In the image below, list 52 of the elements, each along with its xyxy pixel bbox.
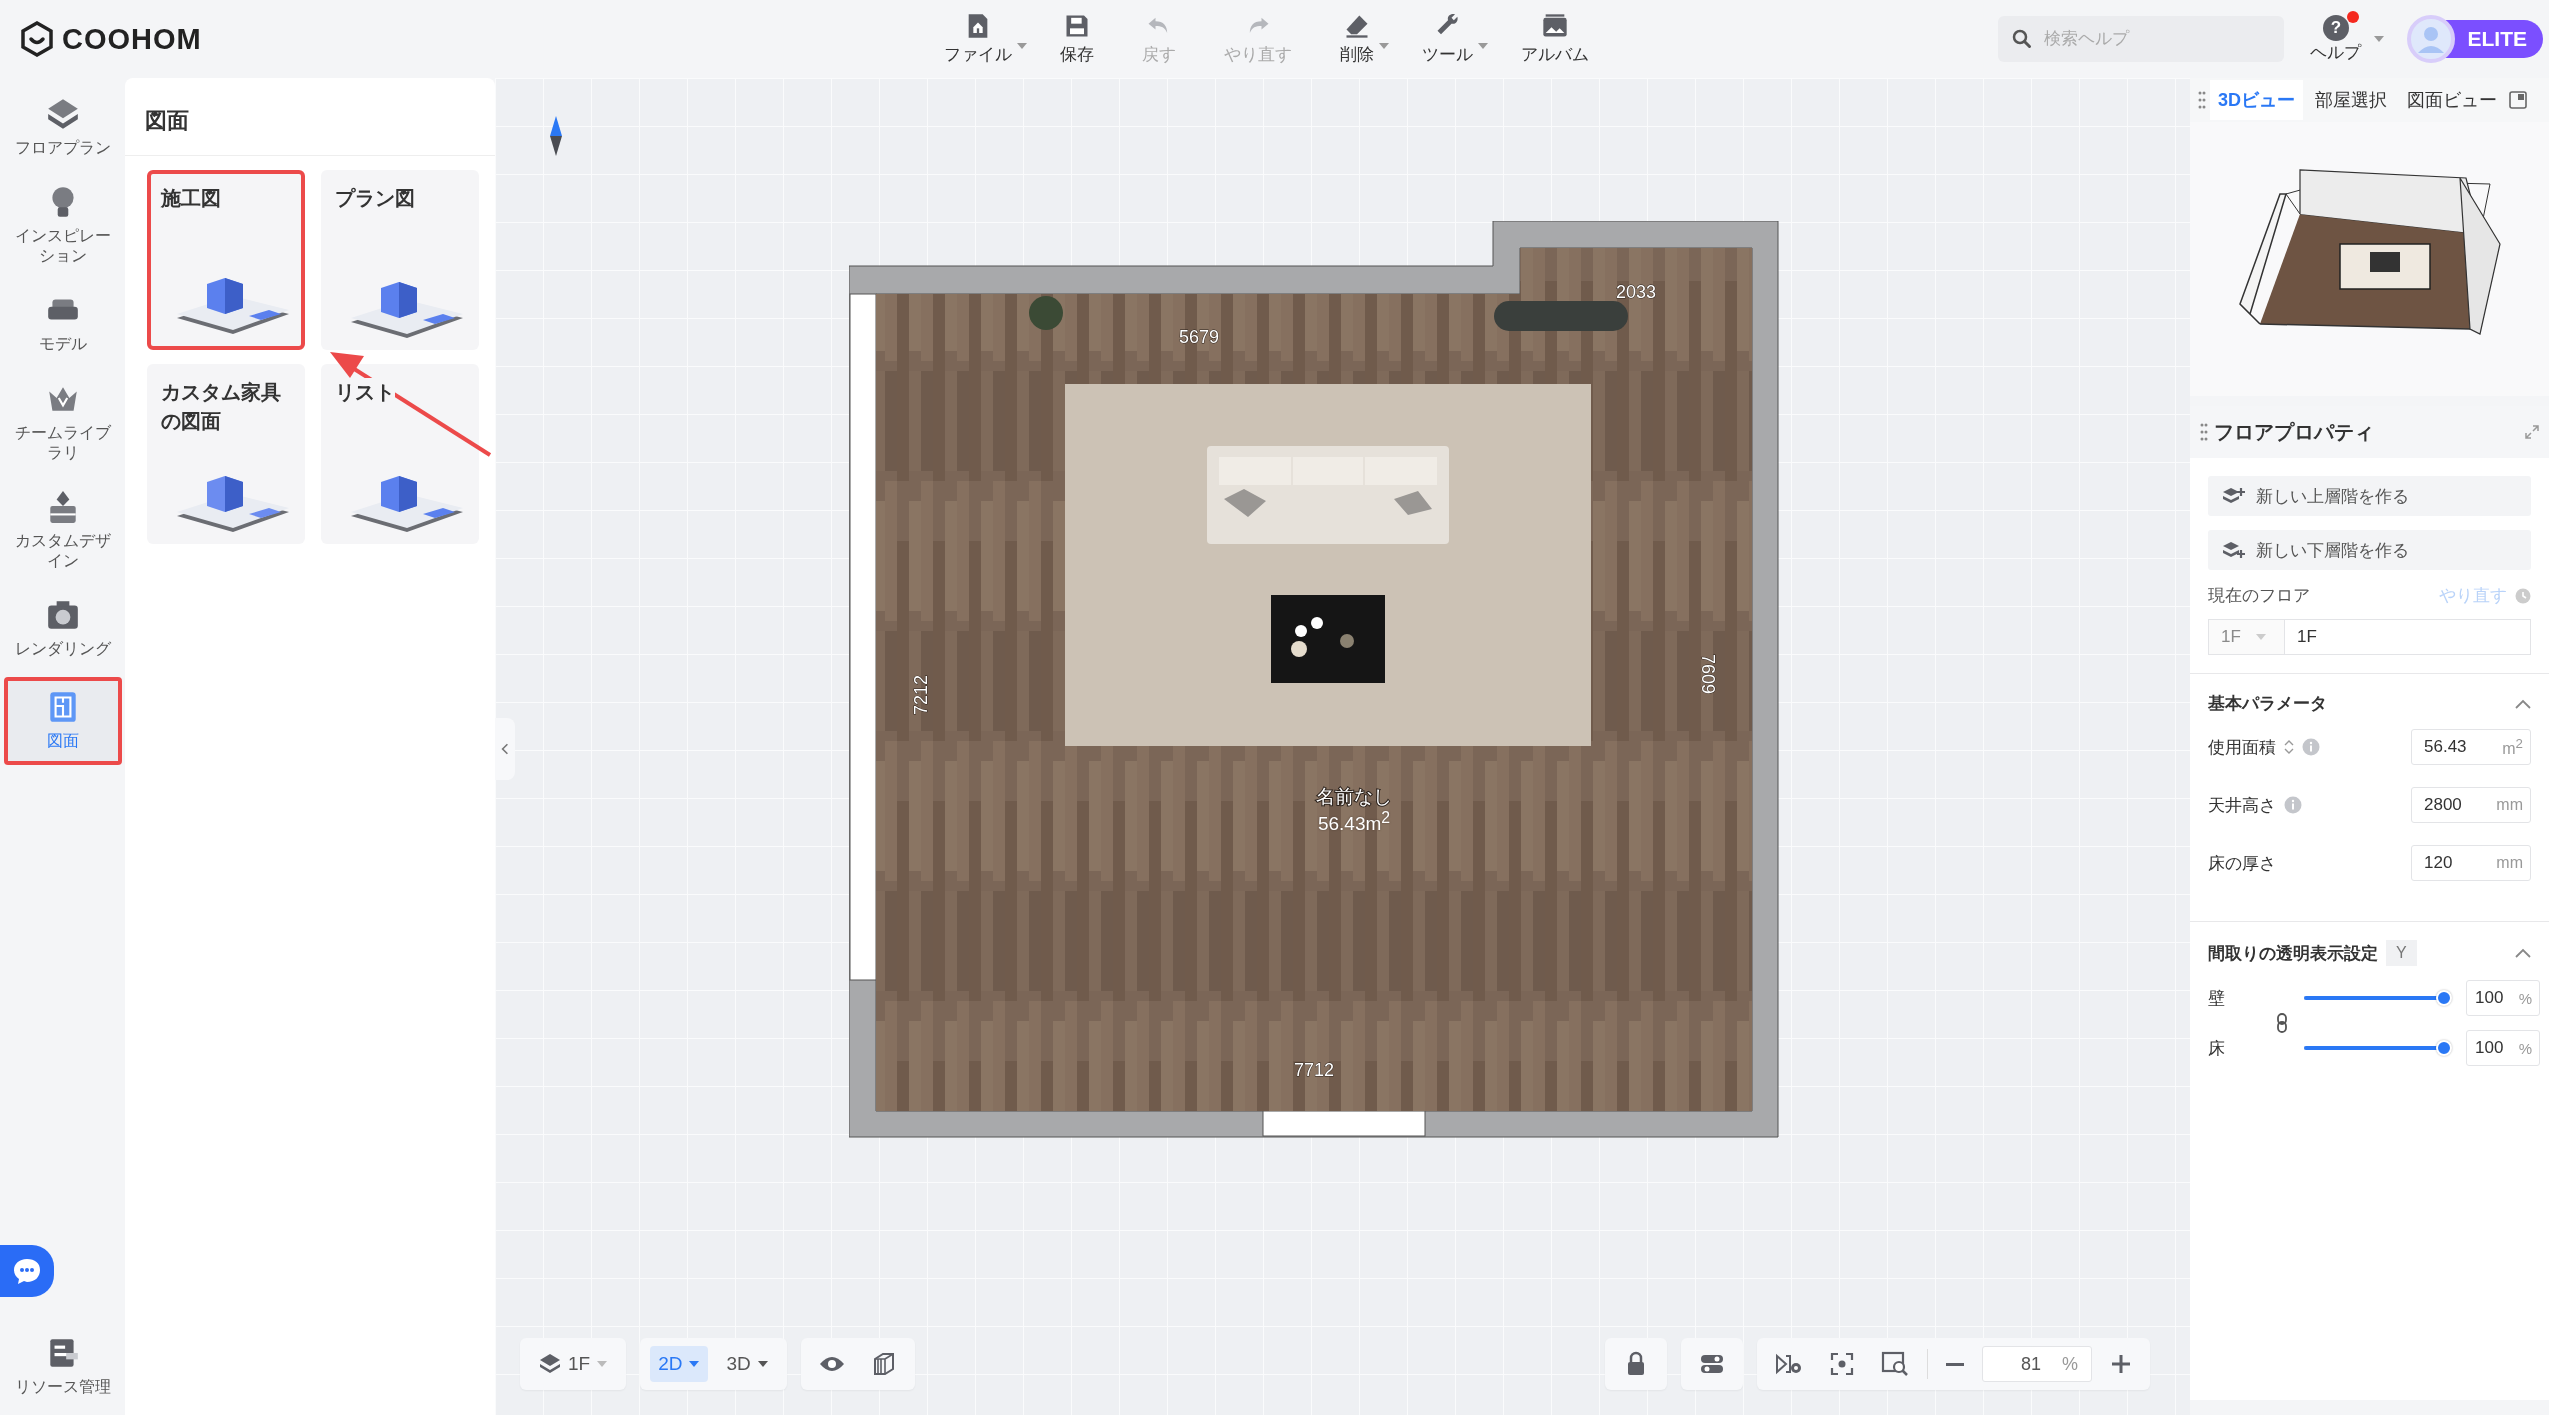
drawing-type-card[interactable]: リスト bbox=[321, 364, 479, 544]
dimension-label: 5679 bbox=[1179, 327, 1219, 347]
room-area: 56.43m$^{2}$ bbox=[1317, 809, 1391, 836]
sidebar-item[interactable]: レンダリング bbox=[3, 589, 122, 670]
slider-label: 床 bbox=[2208, 1037, 2226, 1060]
toolbar-button[interactable]: ファイル bbox=[938, 12, 1028, 66]
sidebar-item[interactable]: チームライブラリ bbox=[3, 372, 122, 473]
room-name: 名前なし bbox=[1316, 786, 1392, 807]
dimension-label: 2033 bbox=[1616, 282, 1656, 302]
toolbar-button[interactable]: ツール bbox=[1416, 12, 1489, 66]
view-mode-tab[interactable]: 3D bbox=[718, 1346, 777, 1382]
field-label: 使用面積 bbox=[2208, 736, 2276, 759]
field-label: 天井高さ bbox=[2208, 794, 2276, 817]
unit-label: % bbox=[2518, 1039, 2532, 1057]
section-title: 基本パラメータ bbox=[2208, 693, 2327, 715]
dimension-label: 7712 bbox=[1294, 1060, 1334, 1080]
field-label: 現在のフロア bbox=[2208, 585, 2310, 607]
dimension-label: 7609 bbox=[1698, 654, 1718, 694]
toolbar-button[interactable]: 削除 bbox=[1334, 12, 1390, 66]
drawing-type-card[interactable]: 施工図 bbox=[147, 170, 305, 350]
toolbar-button[interactable]: アルバム bbox=[1515, 12, 1605, 66]
view-tab[interactable]: 図面ビュー bbox=[2399, 80, 2505, 120]
search-field[interactable]: 検索ヘルプ bbox=[1998, 16, 2285, 62]
drawing-type-card[interactable]: カスタム家具の図面 bbox=[147, 364, 305, 544]
slider-label: 壁 bbox=[2208, 987, 2226, 1010]
floor-name-field[interactable]: 1F bbox=[2285, 619, 2531, 655]
section-title: 間取りの透明表示設定 bbox=[2208, 942, 2378, 965]
sidebar-item[interactable]: インスピレーション bbox=[3, 176, 122, 277]
view-tab[interactable]: 部屋選択 bbox=[2307, 80, 2395, 120]
action-button[interactable]: 新しい下層階を作る bbox=[2208, 530, 2531, 570]
dimension-label: 7212 bbox=[911, 675, 931, 715]
unit-label: mm bbox=[2496, 796, 2523, 814]
shortcut-key: Y bbox=[2386, 940, 2417, 966]
sidebar-item[interactable]: フロアプラン bbox=[3, 88, 122, 169]
panel-title: フロアプロパティ bbox=[2214, 419, 2374, 445]
unit-label: mm bbox=[2496, 854, 2523, 872]
field-label: 床の厚さ bbox=[2208, 852, 2276, 875]
unit-label: m$^{2}$ bbox=[2502, 735, 2523, 759]
view-tab[interactable]: 3Dビュー bbox=[2210, 80, 2303, 120]
drawing-type-card[interactable]: プラン図 bbox=[321, 170, 479, 350]
question-icon: ? bbox=[2323, 14, 2349, 41]
unit-label: % bbox=[2518, 989, 2532, 1007]
unit-label: % bbox=[2062, 1353, 2078, 1375]
help-button[interactable]: ? ヘルプ bbox=[2306, 14, 2366, 64]
action-button[interactable]: 新しい上層階を作る bbox=[2208, 476, 2531, 516]
sidebar-item[interactable]: 図面 bbox=[3, 677, 122, 766]
logo-text: COOHOM bbox=[62, 22, 202, 56]
sidebar-item[interactable]: カスタムデザイン bbox=[3, 480, 122, 582]
sidebar-item[interactable]: リソース管理 bbox=[3, 1326, 122, 1407]
toolbar-button[interactable]: 保存 bbox=[1054, 12, 1110, 66]
floor-button[interactable]: 1F bbox=[530, 1346, 617, 1382]
sidebar-item[interactable]: モデル bbox=[3, 284, 122, 365]
